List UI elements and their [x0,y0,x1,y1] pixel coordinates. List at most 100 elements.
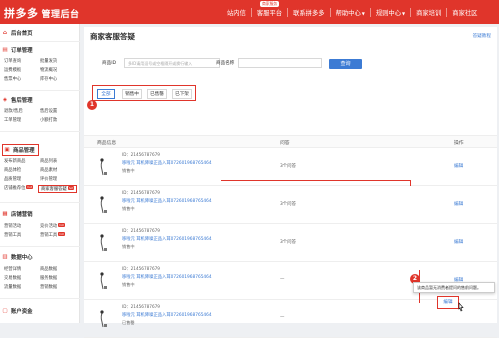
sidebar-item-work-orders[interactable]: 工单管理 [4,117,21,123]
sidebar-item-marketing-tools-2[interactable]: 营销工具 hot [40,232,65,238]
sidebar-item-order-query[interactable]: 订单查询 [4,58,21,64]
sidebar-group-account[interactable]: ▢ 账户资金 [2,307,33,315]
hand-cursor-icon [458,302,464,312]
order-icon: ▤ [2,47,8,53]
sidebar-item-marketing-data[interactable]: 营销数据 [40,284,57,290]
nav-training[interactable]: 商家培训 [410,7,446,17]
sidebar-item-traffic-data[interactable]: 流量数据 [4,284,21,290]
sidebar-item-merchant-qa[interactable]: 商家客服答疑 hot [38,185,78,193]
sidebar-group-data-title: 数据中心 [11,255,33,261]
sidebar-item-product-check[interactable]: 商品体检 [4,167,21,173]
sidebar-item-product-data[interactable]: 商品数据 [40,266,57,272]
edit-link[interactable]: 编辑 [454,201,463,207]
sidebar-home[interactable]: ⌂ 后台首页 [2,29,33,37]
sidebar-item-service-data[interactable]: 服务数据 [40,275,57,281]
product-name-link[interactable]: 哆啦元 耳机降噪正品入耳0726019687654​64 [122,274,212,280]
sidebar-item-ticket-center[interactable]: 售票中心 [4,76,21,82]
table-row: ID：21456787679 哆啦元 耳机降噪正品入耳0726019687654… [84,224,497,262]
hot-badge: hot [58,223,65,227]
sidebar-group-aftersale[interactable]: ◈ 售后管理 [2,96,33,104]
marketing-icon: ▦ [2,211,8,217]
nav-help[interactable]: 帮助中心▼ [329,7,370,17]
nav-inbox[interactable]: 站内信 [222,8,251,17]
sidebar-item-reviews[interactable]: 评价管理 [40,176,57,182]
query-button[interactable]: 查询 [329,59,362,69]
sidebar-item-shop-recommend-label: 店铺推荐位 [4,186,26,191]
sidebar-item-bidding-label: 竞价活动 [40,224,58,229]
page-title: 商家客服答疑 [90,32,135,41]
nav-training-label: 商家培训 [416,9,442,17]
sidebar-item-freight-template[interactable]: 运费模板 [4,67,21,73]
tab-sold-out[interactable]: 已售罄 [147,89,167,99]
sidebar-item-business-detail[interactable]: 经营详情 [4,266,21,272]
tab-on-sale[interactable]: 销售中 [122,89,142,99]
qa-count: 3个问答 [280,202,296,207]
sidebar-item-quality[interactable]: 品质管理 [4,176,21,182]
tab-all[interactable]: 全部 [97,89,115,99]
sidebar-item-bidding[interactable]: 竞价活动 hot [40,223,65,229]
sidebar-group-marketing[interactable]: ▦ 店铺营销 [2,210,32,218]
hot-badge: hot [26,185,34,189]
product-id: ID：21456787679 [122,228,160,233]
sidebar-group-account-title: 账户资金 [11,309,33,315]
status-tabs: 全部 销售中 已售罄 已下架 [92,85,196,101]
product-name-input[interactable] [238,58,322,68]
product-name-link[interactable]: 哆啦元 耳机降噪正品入耳0726019687654​64 [122,198,212,204]
sidebar-group-orders[interactable]: ▤ 订单管理 [2,46,33,54]
product-name-link[interactable]: 哆啦元 耳机降噪正品入耳0726019687654​64 [122,312,212,318]
sidebar-item-refund[interactable]: 退款/售后 [4,108,23,114]
nav-help-label: 帮助中心 [335,9,361,17]
product-status: 销售中 [122,206,135,211]
earphone-product-image [100,196,107,214]
nav-contact[interactable]: 联系拼多多 [287,7,329,17]
sidebar-group-products[interactable]: ▣ 商品管理 [2,144,39,156]
divider [0,41,80,42]
sidebar-home-label: 后台首页 [11,31,33,37]
sidebar-item-new-product[interactable]: 发布新商品 [4,158,25,164]
chevron-down-icon: ▼ [361,10,365,16]
sidebar-group-orders-title: 订单管理 [11,48,33,54]
product-status: 销售中 [122,244,135,249]
product-id: ID：21456787679 [122,266,160,271]
table-row: ID：21456787679 哆啦元 耳机降噪正品入耳0726019687654… [84,300,497,338]
sidebar-item-logistics[interactable]: 物流概况 [40,67,57,73]
earphone-product-image [100,272,107,290]
divider [0,131,80,132]
data-icon: ▥ [2,254,8,260]
sidebar-item-small-payment[interactable]: 小额打款 [40,117,57,123]
product-id: ID：21456787679 [122,304,160,309]
nav-customer-service[interactable]: 客服平台 [250,7,287,17]
edit-link[interactable]: 编辑 [454,239,463,245]
sidebar-group-data[interactable]: ▥ 数据中心 [2,253,33,261]
product-id-input[interactable]: 多ID请用逗号或空格隔开或换行输入 [124,58,220,68]
qa-count: 3个问答 [280,164,296,169]
nav-rules[interactable]: 规则中心▼ [369,7,410,17]
sidebar-item-batch-ship[interactable]: 批量发货 [40,58,57,64]
annotation-line [410,180,411,186]
sidebar-item-marketing-tools-2-label: 营销工具 [40,233,58,238]
sidebar-item-stock-center[interactable]: 库存中心 [40,76,57,82]
product-name-link[interactable]: 哆啦元 耳机降噪正品入耳0726019687654​64 [122,160,212,166]
product-name-label: 商品名称 [216,61,235,66]
sidebar-item-product-list[interactable]: 商品列表 [40,158,57,164]
sidebar-item-marketing-activity[interactable]: 营销活动 [4,223,21,229]
sidebar-group-aftersale-title: 售后管理 [11,98,33,104]
product-id: ID：21456787679 [122,190,160,195]
sidebar-item-product-material[interactable]: 商品素材 [40,167,57,173]
earphone-product-image [100,234,107,252]
product-icon: ▣ [4,147,10,153]
main-panel: 商家客服答疑 答疑教程 商品ID 多ID请用逗号或空格隔开或换行输入 商品名称 … [84,27,497,338]
sidebar-item-marketing-tools[interactable]: 营销工具 [4,232,21,238]
product-name-link[interactable]: 哆啦元 耳机降噪正品入耳0726019687654​64 [122,236,212,242]
sidebar-item-trade-data[interactable]: 交易数据 [4,275,21,281]
tab-delisted[interactable]: 已下架 [172,89,192,99]
nav-community[interactable]: 商家社区 [446,7,482,17]
edit-link[interactable]: 编辑 [454,163,463,169]
guide-link[interactable]: 答疑教程 [473,33,491,39]
table-header: 商品信息 问答 操作 [84,135,497,148]
earphone-product-image [100,310,107,328]
logo[interactable]: 拼多多 管理后台 [4,5,80,21]
edit-button-highlighted[interactable]: 编辑 [437,296,459,309]
sidebar-item-aftersale-settings[interactable]: 售后设置 [40,108,57,114]
sidebar-item-shop-recommend[interactable]: 店铺推荐位 hot [4,185,34,191]
